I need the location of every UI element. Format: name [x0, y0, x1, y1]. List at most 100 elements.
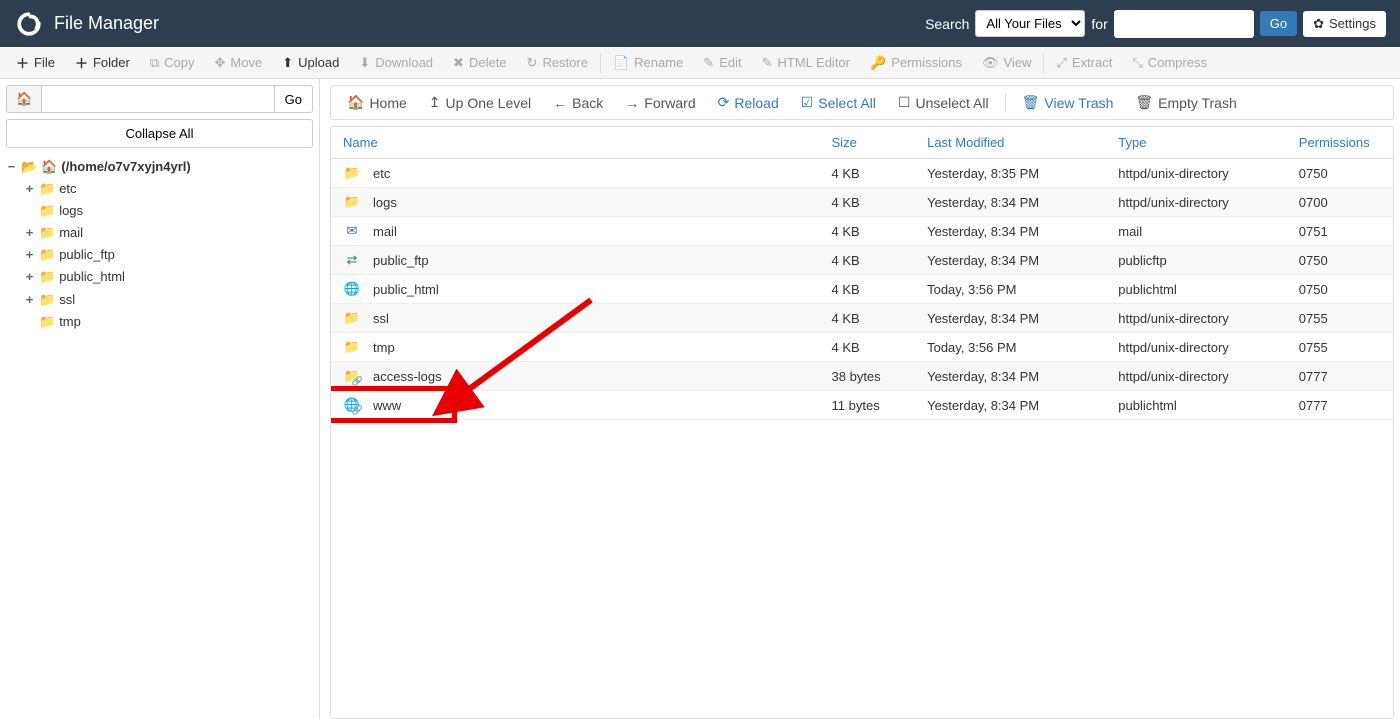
permissions-button[interactable]: 🔑Permissions	[860, 49, 972, 77]
folder-link-icon: 📁🔗	[344, 368, 360, 384]
file-name: etc	[373, 166, 390, 181]
tree-item-label: logs	[59, 200, 83, 222]
expand-icon[interactable]: +	[24, 244, 35, 266]
search-area: Search All Your Files for Go ✿ Settings	[925, 10, 1386, 38]
file-modified: Yesterday, 8:34 PM	[915, 188, 1106, 217]
search-input[interactable]	[1114, 10, 1254, 38]
table-row[interactable]: 📁etc 4 KB Yesterday, 8:35 PM httpd/unix-…	[331, 159, 1393, 188]
collapse-all-button[interactable]: Collapse All	[6, 119, 313, 148]
navigation-bar: 🏠Home ↥Up One Level ←Back →Forward ⟳Relo…	[330, 85, 1394, 120]
file-size: 4 KB	[820, 188, 916, 217]
sidebar-home-button[interactable]: 🏠	[6, 85, 42, 113]
table-row[interactable]: ✉mail 4 KB Yesterday, 8:34 PM mail 0751	[331, 217, 1393, 246]
file-modified: Yesterday, 8:34 PM	[915, 304, 1106, 333]
tree-item[interactable]: +📁etc	[24, 178, 313, 200]
tree-item[interactable]: 📁logs	[24, 200, 313, 222]
rename-button[interactable]: 📄Rename	[603, 49, 693, 77]
file-name: ssl	[373, 311, 389, 326]
table-row[interactable]: 📁logs 4 KB Yesterday, 8:34 PM httpd/unix…	[331, 188, 1393, 217]
col-modified[interactable]: Last Modified	[915, 127, 1106, 159]
tree-item[interactable]: +📁mail	[24, 222, 313, 244]
file-size: 4 KB	[820, 304, 916, 333]
expand-icon[interactable]: +	[24, 266, 35, 288]
file-perm: 0750	[1287, 275, 1393, 304]
app-title: File Manager	[54, 13, 159, 34]
file-modified: Yesterday, 8:34 PM	[915, 391, 1106, 420]
settings-button[interactable]: ✿ Settings	[1303, 11, 1386, 37]
tree-item-label: public_ftp	[59, 244, 115, 266]
expand-icon[interactable]: +	[24, 289, 35, 311]
view-button[interactable]: 👁View	[972, 49, 1041, 77]
restore-button[interactable]: ↻Restore	[517, 49, 598, 77]
tree-item[interactable]: 📁tmp	[24, 311, 313, 333]
file-modified: Yesterday, 8:34 PM	[915, 246, 1106, 275]
file-perm: 0755	[1287, 333, 1393, 362]
compress-button[interactable]: ⤡Compress	[1122, 49, 1217, 77]
collapse-icon[interactable]: −	[6, 156, 17, 178]
file-perm: 0777	[1287, 362, 1393, 391]
extract-button[interactable]: ⤢Extract	[1046, 49, 1122, 77]
edit-button[interactable]: ✎Edit	[693, 49, 751, 77]
col-size[interactable]: Size	[820, 127, 916, 159]
nav-view-trash[interactable]: 🗑View Trash	[1012, 90, 1124, 115]
nav-up[interactable]: ↥Up One Level	[419, 90, 541, 115]
file-type: httpd/unix-directory	[1106, 304, 1287, 333]
folder-icon: 📁	[39, 311, 55, 333]
copy-button[interactable]: ⧉Copy	[140, 49, 205, 77]
expand-icon[interactable]: +	[24, 222, 35, 244]
main-toolbar: ＋File ＋Folder ⧉Copy ✥Move ⬆Upload ⬇Downl…	[0, 47, 1400, 79]
file-modified: Yesterday, 8:34 PM	[915, 217, 1106, 246]
table-row[interactable]: 🌐public_html 4 KB Today, 3:56 PM publich…	[331, 275, 1393, 304]
plus-icon: ＋	[75, 53, 88, 72]
upload-button[interactable]: ⬆Upload	[272, 49, 349, 77]
download-button[interactable]: ⬇Download	[349, 49, 443, 77]
search-scope-select[interactable]: All Your Files	[975, 10, 1085, 37]
delete-button[interactable]: ✖Delete	[443, 49, 516, 77]
plus-icon: ＋	[16, 53, 29, 72]
search-go-button[interactable]: Go	[1260, 11, 1297, 36]
table-row[interactable]: 📁tmp 4 KB Today, 3:56 PM httpd/unix-dire…	[331, 333, 1393, 362]
nav-empty-trash[interactable]: 🗑Empty Trash	[1125, 90, 1246, 115]
table-row[interactable]: 🌐🔗www 11 bytes Yesterday, 8:34 PM public…	[331, 391, 1393, 420]
nav-back[interactable]: ←Back	[543, 91, 613, 115]
folder-tree: − 📂 🏠 (/home/o7v7xyjn4yrl) +📁etc📁logs+📁m…	[6, 156, 313, 333]
folder-button[interactable]: ＋Folder	[65, 47, 140, 78]
move-icon: ✥	[215, 55, 226, 71]
file-perm: 0755	[1287, 304, 1393, 333]
sidebar: 🏠 Go Collapse All − 📂 🏠 (/home/o7v7xyjn4…	[0, 79, 320, 719]
reload-icon: ⟳	[718, 94, 730, 111]
content-area: 🏠Home ↥Up One Level ←Back →Forward ⟳Relo…	[320, 79, 1400, 719]
gear-icon: ✿	[1313, 16, 1324, 32]
tree-root[interactable]: − 📂 🏠 (/home/o7v7xyjn4yrl)	[6, 156, 313, 178]
tree-item[interactable]: +📁public_ftp	[24, 244, 313, 266]
forward-arrow-icon: →	[625, 95, 639, 111]
nav-forward[interactable]: →Forward	[615, 91, 705, 115]
tree-item[interactable]: +📁public_html	[24, 266, 313, 288]
file-size: 38 bytes	[820, 362, 916, 391]
file-button[interactable]: ＋File	[6, 47, 65, 78]
table-row[interactable]: ⇄public_ftp 4 KB Yesterday, 8:34 PM publ…	[331, 246, 1393, 275]
path-input[interactable]	[42, 85, 273, 113]
nav-home[interactable]: 🏠Home	[337, 90, 417, 115]
cpanel-logo-icon	[14, 9, 44, 39]
download-icon: ⬇	[359, 55, 370, 71]
col-perm[interactable]: Permissions	[1287, 127, 1393, 159]
nav-select-all[interactable]: ☑Select All	[791, 90, 886, 115]
file-type: publichtml	[1106, 275, 1287, 304]
col-name[interactable]: Name	[331, 127, 820, 159]
table-row[interactable]: 📁🔗access-logs 38 bytes Yesterday, 8:34 P…	[331, 362, 1393, 391]
folder-open-icon: 📂	[21, 156, 37, 178]
expand-icon[interactable]: +	[24, 178, 35, 200]
file-size: 4 KB	[820, 333, 916, 362]
tree-item[interactable]: +📁ssl	[24, 289, 313, 311]
nav-unselect-all[interactable]: ☐Unselect All	[888, 90, 999, 115]
html-editor-button[interactable]: ✎HTML Editor	[752, 49, 860, 77]
table-row[interactable]: 📁ssl 4 KB Yesterday, 8:34 PM httpd/unix-…	[331, 304, 1393, 333]
col-type[interactable]: Type	[1106, 127, 1287, 159]
path-go-button[interactable]: Go	[274, 85, 313, 113]
edit-icon: ✎	[703, 55, 714, 71]
delete-icon: ✖	[453, 55, 464, 71]
file-perm: 0750	[1287, 159, 1393, 188]
move-button[interactable]: ✥Move	[205, 49, 273, 77]
nav-reload[interactable]: ⟳Reload	[708, 90, 789, 115]
